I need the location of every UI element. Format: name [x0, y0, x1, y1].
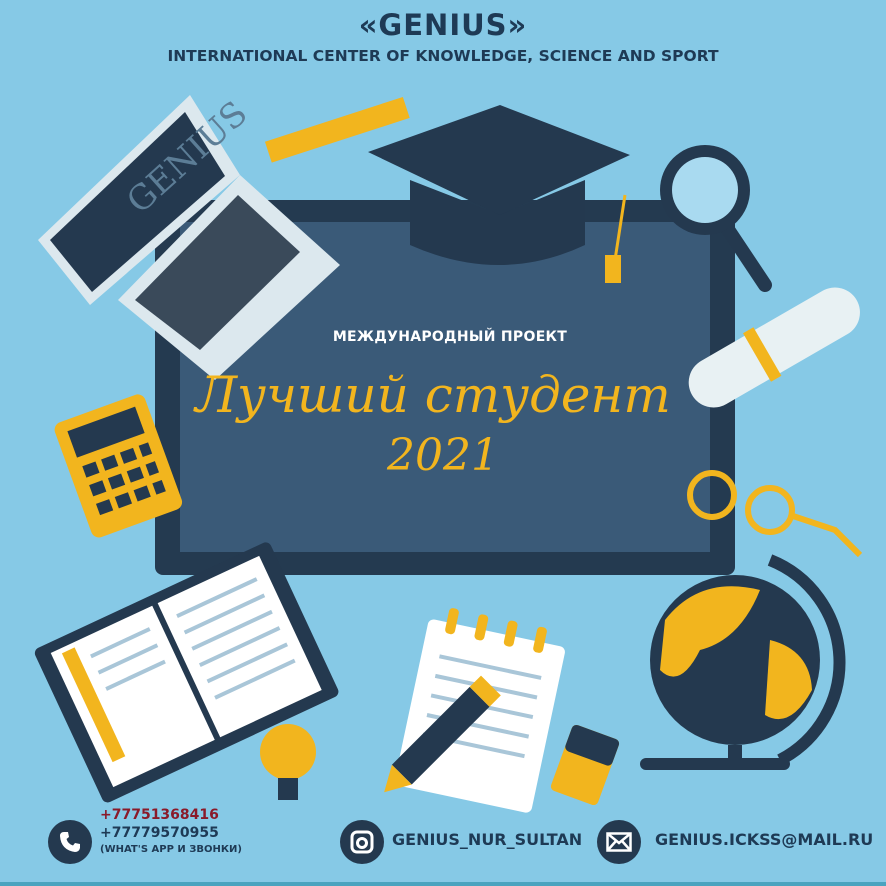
project-label: МЕЖДУНАРОДНЫЙ ПРОЕКТ — [332, 329, 568, 345]
project-title: Лучший студент — [195, 366, 671, 424]
phone-secondary[interactable]: +77779570955 — [100, 825, 219, 841]
project-year: 2021 — [387, 430, 499, 481]
globe — [640, 554, 846, 770]
instagram-handle[interactable]: GENIUS_NUR_SULTAN — [392, 830, 582, 849]
mail-icon — [597, 820, 641, 864]
phone-note: (WHAT'S APP И ЗВОНКИ) — [100, 844, 242, 855]
email-address[interactable]: GENIUS.ICKSS@MAIL.RU — [655, 830, 873, 849]
eraser — [550, 724, 620, 806]
instagram-icon — [340, 820, 384, 864]
brand-title: «GENIUS» — [358, 8, 528, 42]
phone-icon — [48, 820, 92, 864]
tagline: INTERNATIONAL CENTER OF KNOWLEDGE, SCIEN… — [167, 47, 719, 65]
phone-primary[interactable]: +77751368416 — [100, 807, 219, 823]
lightbulb — [260, 724, 316, 800]
